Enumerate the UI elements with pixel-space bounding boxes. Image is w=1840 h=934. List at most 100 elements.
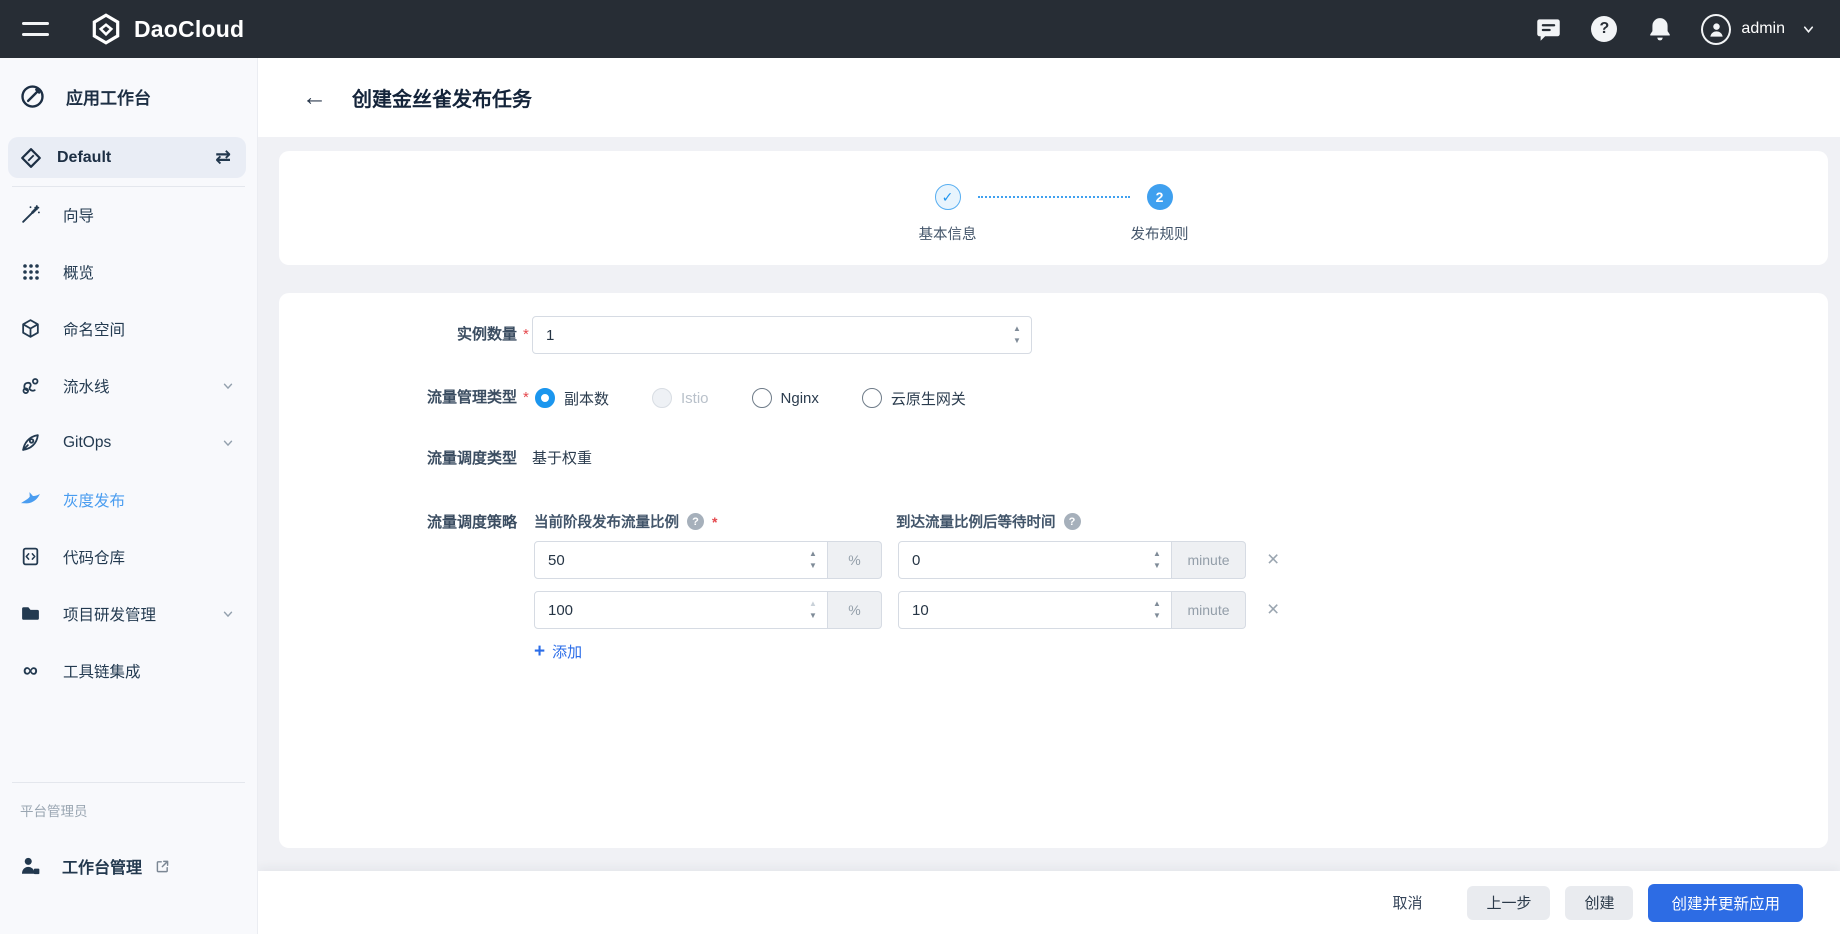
sidebar-item-label: 命名空间 [63, 318, 125, 340]
workbench-header: 应用工作台 [20, 84, 151, 109]
previous-step-button[interactable]: 上一步 [1467, 886, 1550, 920]
daocloud-logo-icon [89, 12, 123, 46]
instances-row: 实例数量 * ▲ ▼ [279, 316, 1828, 354]
sidebar-item-workbench-admin[interactable]: 工作台管理 [20, 854, 171, 878]
step-basic-info[interactable]: ✓ 基本信息 [918, 184, 978, 244]
avatar[interactable] [1701, 14, 1731, 44]
sidebar-item-project-mgmt[interactable]: 项目研发管理 [0, 585, 257, 642]
instances-input-wrap: ▲ ▼ [532, 316, 1032, 354]
radio-label: Nginx [781, 390, 819, 407]
radio-nginx[interactable]: Nginx [752, 388, 819, 408]
stepper-card: ✓ 基本信息 2 发布规则 [279, 151, 1828, 265]
sidebar-item-gitops[interactable]: GitOps [0, 414, 257, 471]
spin-down-icon[interactable]: ▼ [809, 562, 817, 570]
schedule-type-label: 流量调度类型 [279, 447, 517, 471]
spin-up-icon[interactable]: ▲ [809, 600, 817, 608]
message-icon[interactable] [1533, 14, 1563, 44]
workspace-switch-icon[interactable]: ⇄ [215, 148, 231, 167]
user-menu-chevron-down-icon[interactable] [1801, 22, 1816, 37]
add-stage-button[interactable]: + 添加 [534, 641, 582, 662]
brand[interactable]: DaoCloud [89, 12, 244, 46]
schedule-type-row: 流量调度类型 基于权重 [279, 447, 1828, 471]
radio-selected-icon [535, 388, 555, 408]
spin-down-icon[interactable]: ▼ [1013, 337, 1021, 345]
create-button[interactable]: 创建 [1565, 886, 1633, 920]
traffic-type-row: 流量管理类型 * 副本数 Istio Nginx 云原生网关 [279, 386, 1828, 410]
schedule-type-value: 基于权重 [532, 447, 592, 471]
sidebar-item-label: 项目研发管理 [63, 603, 156, 625]
minute-unit-addon: minute [1172, 591, 1246, 629]
workspace-selector[interactable]: Default ⇄ [8, 137, 246, 178]
spin-down-icon[interactable]: ▼ [1153, 562, 1161, 570]
sidebar-item-code-repo[interactable]: 代码仓库 [0, 528, 257, 585]
sidebar-item-label: GitOps [63, 434, 111, 452]
minute-unit-addon: minute [1172, 541, 1246, 579]
sidebar-item-pipeline[interactable]: 流水线 [0, 357, 257, 414]
back-arrow-icon[interactable]: ← [302, 85, 327, 110]
chevron-down-icon[interactable] [221, 607, 235, 621]
radio-replicas[interactable]: 副本数 [535, 388, 609, 409]
help-icon[interactable]: ? [1589, 14, 1619, 44]
spin-down-icon[interactable]: ▼ [1153, 612, 1161, 620]
sidebar-item-toolchain[interactable]: ∞ 工具链集成 [0, 642, 257, 699]
radio-label: 云原生网关 [891, 388, 966, 409]
sidebar-item-label: 概览 [63, 261, 94, 283]
step-label: 基本信息 [919, 223, 977, 244]
spin-up-icon[interactable]: ▲ [809, 550, 817, 558]
sidebar-item-label: 向导 [63, 204, 94, 226]
create-and-update-button[interactable]: 创建并更新应用 [1648, 884, 1803, 922]
workspace-name: Default [57, 149, 111, 167]
spin-up-icon[interactable]: ▲ [1013, 325, 1021, 333]
strategy-row-1: ▲ ▼ % ▲ ▼ minute × [279, 541, 1828, 579]
help-icon[interactable]: ? [687, 513, 704, 530]
wait-input-wrap: ▲ ▼ [898, 541, 1172, 579]
step-done-check-icon: ✓ [935, 184, 961, 210]
plus-icon: + [534, 642, 545, 661]
notification-bell-icon[interactable] [1645, 14, 1675, 44]
strategy-label: 流量调度策略 [279, 511, 517, 535]
sidebar-item-wizard[interactable]: 向导 [0, 186, 257, 243]
footer-action-bar: 取消 上一步 创建 创建并更新应用 [258, 871, 1840, 934]
stepper: ✓ 基本信息 2 发布规则 [279, 151, 1828, 244]
ratio-input-wrap: ▲ ▼ [534, 591, 828, 629]
radio-disabled-icon [652, 388, 672, 408]
topbar: DaoCloud ? admin [0, 0, 1840, 58]
bird-icon [20, 489, 41, 510]
wait-input[interactable] [899, 592, 1171, 628]
traffic-type-label: 流量管理类型 [279, 386, 517, 410]
cube-icon [20, 318, 41, 339]
content-area: ✓ 基本信息 2 发布规则 实例数量 * ▲ ▼ 流量 [258, 137, 1840, 934]
percent-unit-addon: % [828, 541, 882, 579]
menu-icon[interactable] [22, 22, 49, 36]
instances-input[interactable] [533, 317, 1031, 353]
workbench-icon [20, 84, 45, 109]
grid-dots-icon [20, 261, 41, 282]
wait-input[interactable] [899, 542, 1171, 578]
traffic-type-radio-group: 副本数 Istio Nginx 云原生网关 [535, 386, 966, 410]
step-release-rules[interactable]: 2 发布规则 [1130, 184, 1190, 244]
radio-cloud-native-gateway[interactable]: 云原生网关 [862, 388, 966, 409]
remove-row-icon[interactable]: × [1267, 541, 1279, 579]
admin-user-icon [20, 855, 42, 877]
strategy-header-row: 流量调度策略 当前阶段发布流量比例 ? * 到达流量比例后等待时间 ? [279, 511, 1828, 535]
help-icon[interactable]: ? [1064, 513, 1081, 530]
chevron-down-icon[interactable] [221, 436, 235, 450]
wait-spinner: ▲ ▼ [1145, 594, 1169, 626]
sidebar-item-namespace[interactable]: 命名空间 [0, 300, 257, 357]
ratio-input[interactable] [535, 542, 827, 578]
chevron-down-icon[interactable] [221, 379, 235, 393]
stepper-connector [978, 196, 1130, 244]
wand-icon [20, 204, 41, 225]
spin-up-icon[interactable]: ▲ [1153, 550, 1161, 558]
sidebar-item-overview[interactable]: 概览 [0, 243, 257, 300]
spin-down-icon[interactable]: ▼ [809, 612, 817, 620]
spin-up-icon[interactable]: ▲ [1153, 600, 1161, 608]
sidebar: 应用工作台 Default ⇄ 向导 概览 命名空间 [0, 58, 258, 934]
cancel-button[interactable]: 取消 [1384, 886, 1430, 920]
add-row: + 添加 [279, 641, 1828, 665]
admin-section-label: 平台管理员 [20, 800, 88, 820]
sidebar-item-canary-release[interactable]: 灰度发布 [0, 471, 257, 528]
ratio-input[interactable] [535, 592, 827, 628]
sidebar-nav: 向导 概览 命名空间 流水线 GitOps [0, 186, 257, 699]
remove-row-icon[interactable]: × [1267, 591, 1279, 629]
